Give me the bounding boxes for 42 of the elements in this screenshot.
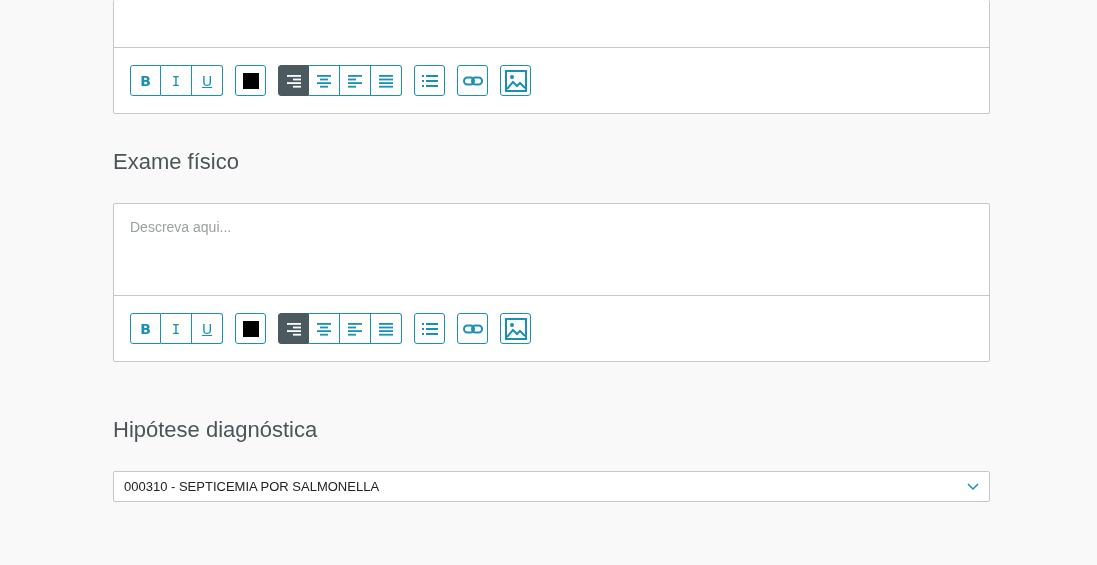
text-color-button[interactable]	[235, 313, 266, 344]
align-button[interactable]	[340, 65, 371, 96]
format-button[interactable]: I	[161, 313, 192, 344]
list-icon	[420, 73, 439, 88]
format-button[interactable]: U	[192, 313, 223, 344]
diagnosis-select[interactable]: 000310 - SEPTICEMIA POR SALMONELLA	[113, 471, 990, 502]
align-left-icon	[346, 73, 364, 88]
align-button[interactable]	[371, 65, 402, 96]
align-button[interactable]	[309, 313, 340, 344]
format-button[interactable]: B	[130, 65, 161, 96]
align-right-icon	[284, 73, 303, 88]
link-icon	[462, 323, 483, 334]
format-button[interactable]: I	[161, 65, 192, 96]
link-button[interactable]	[457, 313, 488, 344]
align-center-icon	[315, 321, 333, 336]
align-justify-icon	[377, 321, 395, 336]
section-title: Hipótese diagnóstica	[113, 417, 319, 443]
link-button[interactable]	[457, 65, 488, 96]
align-button[interactable]	[309, 65, 340, 96]
align-right-icon	[284, 321, 303, 336]
format-button[interactable]: B	[130, 313, 161, 344]
format-button[interactable]: U	[192, 65, 223, 96]
text-area[interactable]: Descreva aqui...	[114, 204, 989, 296]
align-center-icon	[315, 73, 333, 88]
placeholder: Descreva aqui...	[130, 219, 232, 235]
align-button[interactable]	[278, 65, 309, 96]
image-icon	[504, 317, 527, 340]
list-icon	[420, 321, 439, 336]
align-button[interactable]	[340, 313, 371, 344]
align-button[interactable]	[371, 313, 402, 344]
align-left-icon	[346, 321, 364, 336]
align-button[interactable]	[278, 313, 309, 344]
image-icon	[504, 69, 527, 92]
list-button[interactable]	[414, 65, 445, 96]
list-button[interactable]	[414, 313, 445, 344]
image-button[interactable]	[500, 65, 531, 96]
chevron-down-icon	[967, 482, 979, 491]
image-button[interactable]	[500, 313, 531, 344]
align-justify-icon	[377, 73, 395, 88]
link-icon	[462, 75, 483, 86]
text-color-button[interactable]	[235, 65, 266, 96]
section-title: Exame físico	[113, 149, 240, 175]
